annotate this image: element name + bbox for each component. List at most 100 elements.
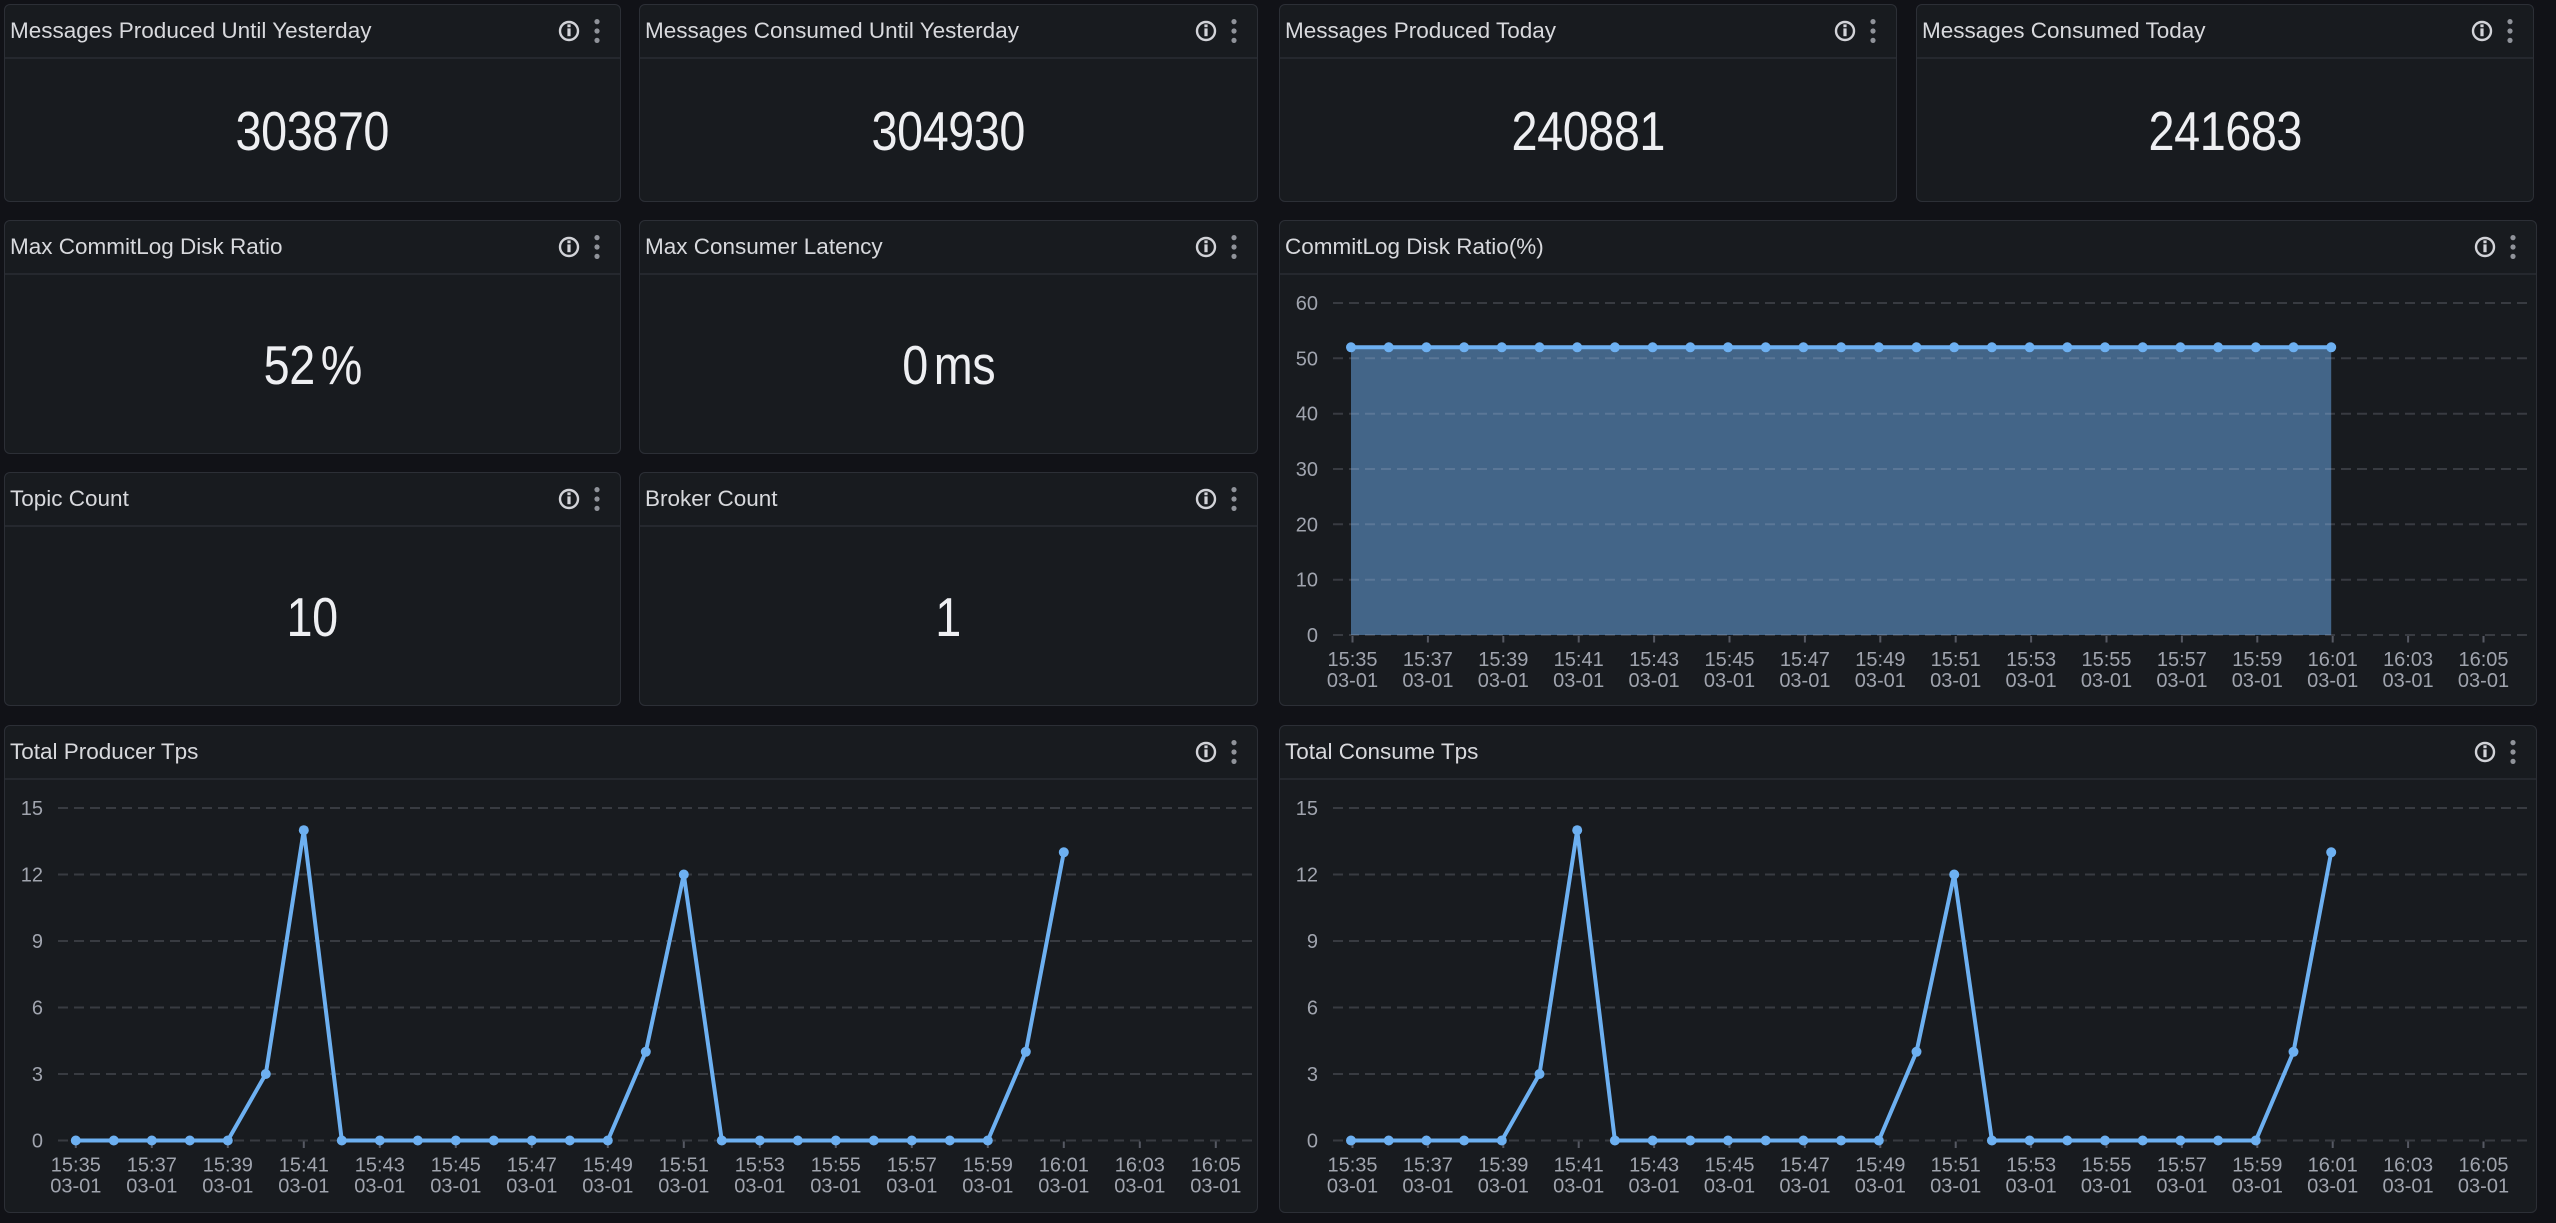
svg-text:16:05: 16:05 bbox=[2458, 1155, 2508, 1177]
svg-text:03-01: 03-01 bbox=[2006, 1176, 2057, 1198]
svg-text:03-01: 03-01 bbox=[2006, 670, 2057, 692]
svg-text:03-01: 03-01 bbox=[278, 1176, 329, 1198]
svg-text:15:37: 15:37 bbox=[1403, 649, 1453, 671]
svg-text:03-01: 03-01 bbox=[2458, 1176, 2509, 1198]
svg-text:03-01: 03-01 bbox=[1779, 670, 1830, 692]
svg-text:16:01: 16:01 bbox=[2308, 649, 2358, 671]
svg-text:15:39: 15:39 bbox=[1478, 649, 1528, 671]
svg-text:15:35: 15:35 bbox=[1327, 1155, 1377, 1177]
svg-text:15:39: 15:39 bbox=[203, 1155, 253, 1177]
svg-text:15:57: 15:57 bbox=[887, 1155, 937, 1177]
svg-text:15:51: 15:51 bbox=[659, 1155, 709, 1177]
svg-text:15:39: 15:39 bbox=[1478, 1155, 1528, 1177]
svg-text:3: 3 bbox=[32, 1064, 43, 1086]
svg-text:03-01: 03-01 bbox=[2232, 1176, 2283, 1198]
svg-text:6: 6 bbox=[1307, 998, 1318, 1020]
svg-text:03-01: 03-01 bbox=[886, 1176, 937, 1198]
svg-text:12: 12 bbox=[1296, 865, 1318, 887]
svg-text:03-01: 03-01 bbox=[2232, 670, 2283, 692]
svg-text:15:55: 15:55 bbox=[2081, 649, 2131, 671]
svg-text:15:49: 15:49 bbox=[1855, 1155, 1905, 1177]
svg-text:15:53: 15:53 bbox=[735, 1155, 785, 1177]
svg-text:16:05: 16:05 bbox=[1191, 1155, 1241, 1177]
svg-text:12: 12 bbox=[21, 865, 43, 887]
svg-text:10: 10 bbox=[1296, 570, 1318, 592]
svg-text:03-01: 03-01 bbox=[1038, 1176, 1089, 1198]
svg-text:15:41: 15:41 bbox=[1554, 649, 1604, 671]
svg-text:03-01: 03-01 bbox=[1327, 670, 1378, 692]
svg-text:03-01: 03-01 bbox=[1114, 1176, 1165, 1198]
svg-text:03-01: 03-01 bbox=[1553, 670, 1604, 692]
svg-text:16:03: 16:03 bbox=[1115, 1155, 1165, 1177]
svg-text:03-01: 03-01 bbox=[1704, 670, 1755, 692]
svg-text:03-01: 03-01 bbox=[1402, 670, 1453, 692]
svg-text:03-01: 03-01 bbox=[1930, 670, 1981, 692]
svg-text:15:35: 15:35 bbox=[1327, 649, 1377, 671]
svg-text:03-01: 03-01 bbox=[354, 1176, 405, 1198]
svg-text:03-01: 03-01 bbox=[2156, 670, 2207, 692]
svg-text:03-01: 03-01 bbox=[1190, 1176, 1241, 1198]
svg-text:03-01: 03-01 bbox=[1478, 1176, 1529, 1198]
svg-text:15: 15 bbox=[21, 798, 43, 820]
svg-text:60: 60 bbox=[1296, 293, 1318, 315]
svg-text:15:47: 15:47 bbox=[1780, 649, 1830, 671]
svg-text:15:55: 15:55 bbox=[2081, 1155, 2131, 1177]
svg-text:15:41: 15:41 bbox=[279, 1155, 329, 1177]
svg-text:15:59: 15:59 bbox=[963, 1155, 1013, 1177]
svg-text:03-01: 03-01 bbox=[1704, 1176, 1755, 1198]
svg-text:03-01: 03-01 bbox=[1930, 1176, 1981, 1198]
svg-text:20: 20 bbox=[1296, 514, 1318, 536]
svg-text:0: 0 bbox=[1307, 625, 1318, 647]
svg-text:15:45: 15:45 bbox=[1704, 1155, 1754, 1177]
svg-text:6: 6 bbox=[32, 998, 43, 1020]
svg-text:03-01: 03-01 bbox=[2081, 670, 2132, 692]
svg-text:03-01: 03-01 bbox=[810, 1176, 861, 1198]
svg-text:15:35: 15:35 bbox=[51, 1155, 101, 1177]
svg-text:15:47: 15:47 bbox=[1780, 1155, 1830, 1177]
svg-text:15:59: 15:59 bbox=[2232, 649, 2282, 671]
svg-text:03-01: 03-01 bbox=[1327, 1176, 1378, 1198]
svg-text:03-01: 03-01 bbox=[1402, 1176, 1453, 1198]
svg-text:15:49: 15:49 bbox=[1855, 649, 1905, 671]
svg-text:03-01: 03-01 bbox=[2307, 1176, 2358, 1198]
svg-text:03-01: 03-01 bbox=[1855, 1176, 1906, 1198]
svg-text:15:37: 15:37 bbox=[1403, 1155, 1453, 1177]
svg-text:03-01: 03-01 bbox=[2383, 670, 2434, 692]
svg-text:9: 9 bbox=[1307, 931, 1318, 953]
svg-text:16:05: 16:05 bbox=[2458, 649, 2508, 671]
svg-text:15:57: 15:57 bbox=[2157, 649, 2207, 671]
svg-text:0: 0 bbox=[32, 1131, 43, 1153]
svg-text:30: 30 bbox=[1296, 459, 1318, 481]
svg-text:3: 3 bbox=[1307, 1064, 1318, 1086]
svg-text:15:55: 15:55 bbox=[811, 1155, 861, 1177]
svg-text:40: 40 bbox=[1296, 404, 1318, 426]
svg-text:03-01: 03-01 bbox=[506, 1176, 557, 1198]
svg-text:16:01: 16:01 bbox=[1039, 1155, 1089, 1177]
svg-text:15:51: 15:51 bbox=[1931, 649, 1981, 671]
svg-text:03-01: 03-01 bbox=[2081, 1176, 2132, 1198]
svg-text:15:59: 15:59 bbox=[2232, 1155, 2282, 1177]
svg-text:15:53: 15:53 bbox=[2006, 1155, 2056, 1177]
svg-text:03-01: 03-01 bbox=[1553, 1176, 1604, 1198]
svg-text:15:41: 15:41 bbox=[1554, 1155, 1604, 1177]
svg-text:50: 50 bbox=[1296, 348, 1318, 370]
svg-text:03-01: 03-01 bbox=[1629, 1176, 1680, 1198]
svg-text:15:45: 15:45 bbox=[1704, 649, 1754, 671]
svg-text:16:01: 16:01 bbox=[2308, 1155, 2358, 1177]
svg-text:03-01: 03-01 bbox=[962, 1176, 1013, 1198]
svg-text:16:03: 16:03 bbox=[2383, 649, 2433, 671]
svg-text:15:53: 15:53 bbox=[2006, 649, 2056, 671]
svg-text:03-01: 03-01 bbox=[1855, 670, 1906, 692]
svg-text:03-01: 03-01 bbox=[2156, 1176, 2207, 1198]
svg-text:15:51: 15:51 bbox=[1931, 1155, 1981, 1177]
svg-text:15:45: 15:45 bbox=[431, 1155, 481, 1177]
svg-text:15:47: 15:47 bbox=[507, 1155, 557, 1177]
svg-text:03-01: 03-01 bbox=[2307, 670, 2358, 692]
svg-text:15:37: 15:37 bbox=[127, 1155, 177, 1177]
svg-text:03-01: 03-01 bbox=[202, 1176, 253, 1198]
svg-text:15:57: 15:57 bbox=[2157, 1155, 2207, 1177]
svg-text:03-01: 03-01 bbox=[430, 1176, 481, 1198]
svg-text:03-01: 03-01 bbox=[2383, 1176, 2434, 1198]
svg-text:0: 0 bbox=[1307, 1131, 1318, 1153]
svg-text:03-01: 03-01 bbox=[126, 1176, 177, 1198]
